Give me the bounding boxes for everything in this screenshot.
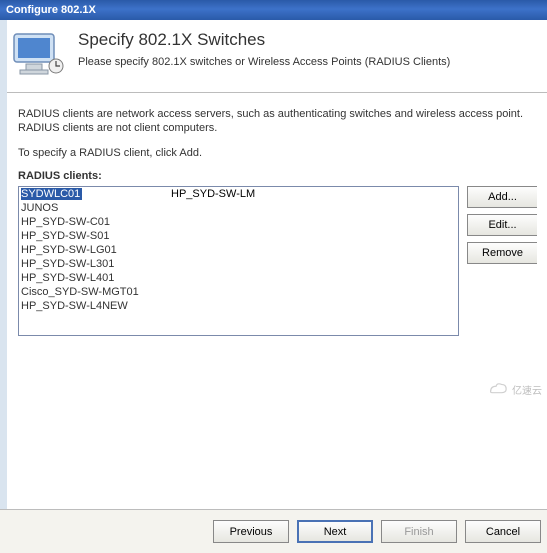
list-item-name: HP_SYD-SW-LG01 xyxy=(21,243,171,257)
watermark: 亿速云 xyxy=(486,380,542,398)
list-item[interactable]: HP_SYD-SW-L4NEW xyxy=(19,299,458,313)
list-item-desc xyxy=(171,285,456,299)
next-button[interactable]: Next xyxy=(297,520,373,543)
list-item[interactable]: HP_SYD-SW-L401 xyxy=(19,271,458,285)
list-item[interactable]: HP_SYD-SW-LG01 xyxy=(19,243,458,257)
list-item[interactable]: SYDWLC01 HP_SYD-SW-LM xyxy=(19,187,458,201)
add-button[interactable]: Add... xyxy=(467,186,537,208)
radius-clients-listbox[interactable]: SYDWLC01HP_SYD-SW-LMJUNOSHP_SYD-SW-C01HP… xyxy=(18,186,459,336)
finish-button[interactable]: Finish xyxy=(381,520,457,543)
wizard-body: RADIUS clients are network access server… xyxy=(0,93,547,346)
monitor-icon xyxy=(10,30,66,78)
list-item[interactable]: Cisco_SYD-SW-MGT01 xyxy=(19,285,458,299)
cancel-button[interactable]: Cancel xyxy=(465,520,541,543)
list-item-name: HP_SYD-SW-L401 xyxy=(21,271,171,285)
left-accent-stripe xyxy=(0,20,7,509)
titlebar: Configure 802.1X xyxy=(0,0,547,20)
clients-label: RADIUS clients: xyxy=(18,170,537,182)
list-item-name: Cisco_SYD-SW-MGT01 xyxy=(21,285,171,299)
list-item-desc xyxy=(171,243,456,257)
page-subheading: Please specify 802.1X switches or Wirele… xyxy=(78,56,450,68)
list-item[interactable]: HP_SYD-SW-C01 xyxy=(19,215,458,229)
wizard-footer: Previous Next Finish Cancel xyxy=(0,509,547,553)
previous-button[interactable]: Previous xyxy=(213,520,289,543)
list-item-desc xyxy=(171,271,456,285)
remove-button[interactable]: Remove xyxy=(467,242,537,264)
wizard-header: Specify 802.1X Switches Please specify 8… xyxy=(0,20,547,93)
intro-text-1: RADIUS clients are network access server… xyxy=(18,107,537,136)
list-item-name: HP_SYD-SW-L301 xyxy=(21,257,171,271)
list-item[interactable]: HP_SYD-SW-L301 xyxy=(19,257,458,271)
list-item[interactable]: JUNOS xyxy=(19,201,458,215)
list-item-desc xyxy=(171,215,456,229)
list-item-name: HP_SYD-SW-L4NEW xyxy=(21,299,171,313)
watermark-text: 亿速云 xyxy=(512,382,542,397)
list-item-desc xyxy=(171,201,456,215)
side-buttons: Add... Edit... Remove xyxy=(467,186,537,264)
list-item[interactable]: HP_SYD-SW-S01 xyxy=(19,229,458,243)
window-title: Configure 802.1X xyxy=(6,4,96,16)
list-item-desc xyxy=(171,229,456,243)
list-item-desc xyxy=(171,299,456,313)
intro-text-2: To specify a RADIUS client, click Add. xyxy=(18,146,537,160)
edit-button[interactable]: Edit... xyxy=(467,214,537,236)
list-item-name: HP_SYD-SW-S01 xyxy=(21,229,171,243)
list-item-desc: HP_SYD-SW-LM xyxy=(171,187,456,201)
header-text: Specify 802.1X Switches Please specify 8… xyxy=(78,30,450,68)
page-heading: Specify 802.1X Switches xyxy=(78,30,450,50)
list-item-name: HP_SYD-SW-C01 xyxy=(21,215,171,229)
list-item-desc xyxy=(171,257,456,271)
list-item-name: JUNOS xyxy=(21,201,171,215)
list-item-name: SYDWLC01 xyxy=(21,188,82,200)
